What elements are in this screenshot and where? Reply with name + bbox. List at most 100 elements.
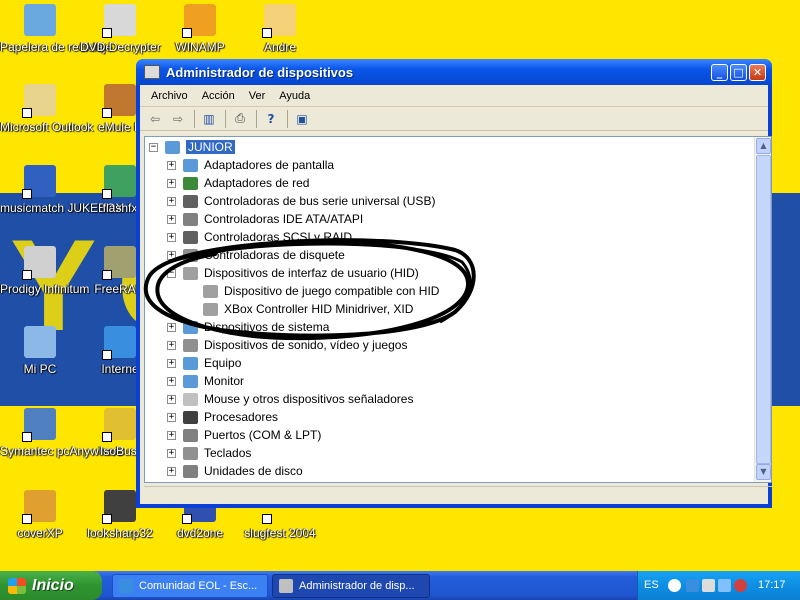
minimize-button[interactable]: _ [711,63,728,81]
menu-archivo[interactable]: Archivo [144,90,195,102]
network-adapter-icon [183,176,198,190]
my-computer-icon [24,326,56,358]
start-button[interactable]: Inicio [0,571,102,600]
tree-category[interactable]: + Dispositivos de sonido, vídeo y juegos [167,336,407,354]
desktop-icon-label: Mi PC [23,362,57,376]
expand-icon[interactable]: + [167,178,176,188]
tree-category[interactable]: + Controladoras de bus serie universal (U… [167,192,435,210]
scroll-down-button[interactable]: ▼ [756,464,771,480]
tree-item-label: Monitor [204,374,245,388]
tree-category[interactable]: + Monitor [167,372,244,390]
shortcut-arrow-icon [102,28,112,38]
menu-ayuda[interactable]: Ayuda [272,90,317,102]
tray-app-icon[interactable] [686,579,699,592]
desktop-icon[interactable]: Mi PC [0,326,80,377]
tree-item-label: Adaptadores de red [204,176,310,190]
tree-category[interactable]: + Controladoras de disquete [167,246,345,264]
tree-category[interactable]: − Dispositivos de interfaz de usuario (HI… [167,264,419,282]
shortcut-arrow-icon [22,432,32,442]
expand-icon[interactable]: + [167,340,176,350]
expand-icon[interactable]: + [167,430,176,440]
task-button-device-manager[interactable]: Administrador de disp... [272,574,430,598]
device-manager-icon [144,65,160,79]
expand-icon[interactable]: + [167,394,176,404]
tree-device[interactable]: Dispositivo de juego compatible con HID [203,282,439,300]
collapse-icon[interactable]: − [149,142,158,152]
shortcut-arrow-icon [22,189,32,199]
tray-expand-icon[interactable] [668,579,681,592]
tree-item-label: Procesadores [204,410,279,424]
title-bar[interactable]: Administrador de dispositivos _ □ ✕ [136,59,772,85]
expand-icon[interactable]: + [167,160,176,170]
desktop-icon[interactable]: Papelera de reciclaje [0,4,112,55]
desktop-icon[interactable]: Prodigy Infinitum [0,246,89,297]
tree-item-label: Controladoras de disquete [204,248,345,262]
menu-ver[interactable]: Ver [242,90,273,102]
pcanywhere-icon [22,408,56,442]
tree-category[interactable]: + Dispositivos de sistema [167,318,329,336]
desktop-icon[interactable]: musicmatch JUKEBOX [0,165,123,216]
scroll-up-button[interactable]: ▲ [756,138,771,154]
expand-icon[interactable]: + [167,322,176,332]
scroll-thumb[interactable] [756,155,771,464]
expand-icon[interactable]: + [167,412,176,422]
tray-app-icon[interactable] [734,579,747,592]
desktop-icon[interactable]: Andre [240,4,320,55]
maximize-button[interactable]: □ [730,63,747,81]
desktop-icon[interactable]: WINAMP [160,4,240,55]
tray-app-icon[interactable] [718,579,731,592]
vertical-scrollbar[interactable]: ▲ ▼ [754,137,771,482]
tree-category[interactable]: + Procesadores [167,408,278,426]
tree-category[interactable]: + Puertos (COM & LPT) [167,426,321,444]
device-tree[interactable]: ▲ ▼ − JUNIOR + Adaptadores de pantalla + Adap… [144,136,772,483]
desktop-icon[interactable]: Symantec pcAnywhere [0,408,123,459]
task-button-comunidad-eol[interactable]: Comunidad EOL - Esc... [112,574,268,598]
print-icon[interactable]: ⎙ [231,111,249,127]
toolbar-separator [287,109,288,128]
tree-category[interactable]: + Controladoras IDE ATA/ATAPI [167,210,363,228]
tree-category[interactable]: + Adaptadores de pantalla [167,156,334,174]
expand-icon[interactable]: + [167,232,176,242]
tree-category[interactable]: + Adaptadores de red [167,174,309,192]
expand-icon[interactable]: + [167,466,176,476]
tree-device[interactable]: XBox Controller HID Minidriver, XID [203,300,413,318]
tree-category[interactable]: + Unidades de disco [167,462,303,480]
tree-category[interactable]: + Mouse y otros dispositivos señaladores [167,390,413,408]
expand-icon[interactable]: + [167,448,176,458]
collapse-icon[interactable]: − [167,268,176,278]
emule-icon [102,84,136,118]
prodigy-icon [22,246,56,280]
network-icon[interactable] [702,579,715,592]
scan-hardware-icon[interactable]: ▣ [293,111,311,127]
tree-category[interactable]: + Teclados [167,444,251,462]
port-icon [183,428,198,442]
desktop-icon[interactable]: coverXP [0,490,80,541]
tree-category[interactable]: + Controladoras SCSI y RAID [167,228,352,246]
computer-icon [183,356,198,370]
tree-category[interactable]: + Equipo [167,354,241,372]
expand-icon[interactable]: + [167,376,176,386]
desktop-icon-label: DVD Decrypter [80,40,161,54]
task-label: Administrador de disp... [299,580,415,592]
desktop-icon[interactable]: DVD Decrypter [80,4,161,55]
start-label: Inicio [32,576,74,594]
expand-icon[interactable]: + [167,196,176,206]
system-devices-icon [183,320,198,334]
expand-icon[interactable]: + [167,250,176,260]
language-indicator[interactable]: ES [644,579,659,591]
expand-icon[interactable]: + [167,358,176,368]
help-icon[interactable]: ? [262,111,280,127]
desktop-icon-label: dvd2one [176,526,224,540]
desktop-icon[interactable]: Microsoft Outlook [0,84,93,135]
properties-icon[interactable]: ▥ [200,111,218,127]
forward-arrow-icon[interactable]: ⇨ [169,111,187,127]
hid-device-icon [203,284,218,298]
menu-accion[interactable]: Acción [195,90,242,102]
tree-root-junior[interactable]: − JUNIOR [149,138,235,156]
close-button[interactable]: ✕ [749,63,766,81]
shortcut-arrow-icon [182,28,192,38]
back-arrow-icon[interactable]: ⇦ [146,111,164,127]
shortcut-arrow-icon [102,514,112,524]
computer-icon [165,140,180,154]
expand-icon[interactable]: + [167,214,176,224]
